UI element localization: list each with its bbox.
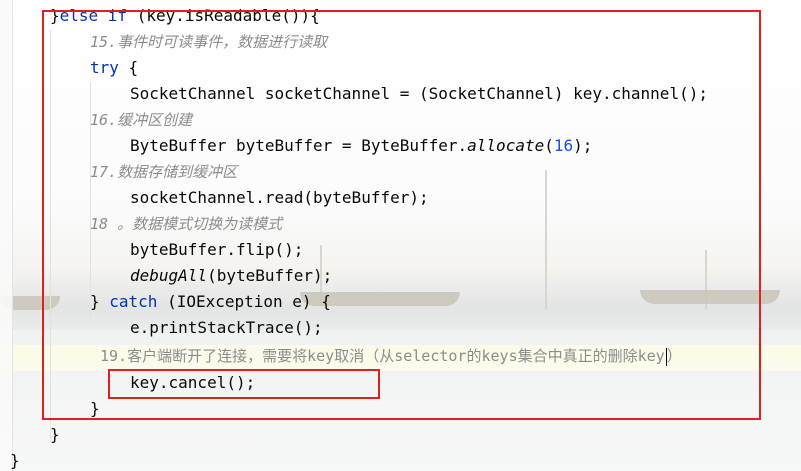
code-line[interactable]: }	[50, 422, 60, 448]
inner-highlight-box	[108, 369, 380, 399]
outer-highlight-box	[42, 10, 761, 420]
code-line[interactable]: }	[10, 448, 20, 471]
editor-gutter	[0, 0, 13, 471]
code-editor[interactable]: }else if (key.isReadable()){ 15.事件时可读事件，…	[0, 0, 801, 471]
